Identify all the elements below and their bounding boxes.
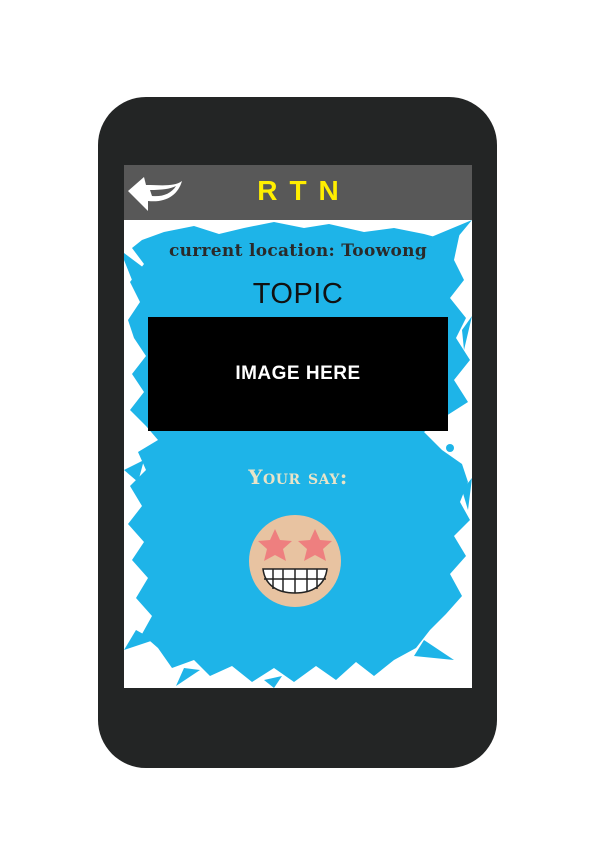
app-title: RTN — [257, 175, 351, 206]
image-placeholder-label: IMAGE HERE — [235, 363, 361, 384]
your-say-label: Your say: — [248, 465, 348, 489]
star-struck-grin-emoji[interactable] — [247, 513, 343, 609]
topic-image-placeholder: IMAGE HERE — [148, 317, 448, 431]
phone-screen: RTN current location: Toowong TOPIC IMAG… — [124, 165, 472, 688]
current-location-label: current location: Toowong — [168, 241, 428, 261]
topic-heading: TOPIC — [252, 278, 344, 310]
app-header-bar: RTN — [124, 165, 472, 220]
